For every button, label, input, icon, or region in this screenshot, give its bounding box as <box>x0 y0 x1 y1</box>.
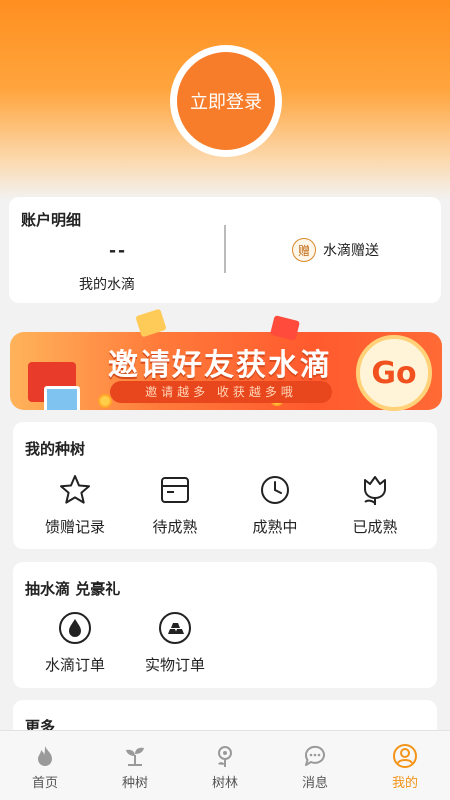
account-title: 账户明细 <box>21 211 82 229</box>
user-icon <box>393 744 417 768</box>
login-avatar-ring: 立即登录 <box>170 45 282 157</box>
star-icon <box>60 475 90 504</box>
water-orders-label: 水滴订单 <box>44 656 105 674</box>
tab-messages-label: 消息 <box>301 776 328 791</box>
water-gift-button[interactable]: 赠 水滴赠送 <box>292 238 379 262</box>
box-icon <box>161 477 189 503</box>
pending-label: 待成熟 <box>152 518 198 536</box>
draw-title: 抽水滴 兑豪礼 <box>25 580 121 598</box>
tab-home[interactable]: 首页 <box>0 731 90 800</box>
divider <box>224 225 226 273</box>
account-card: 账户明细 -- 我的水滴 赠 水滴赠送 <box>9 197 441 303</box>
bottom-tab-bar: 首页 种树 树林 消息 我的 <box>0 730 450 800</box>
tab-forest-label: 树林 <box>211 776 238 791</box>
gift-badge-icon: 赠 <box>292 238 316 262</box>
tab-messages[interactable]: 消息 <box>270 731 360 800</box>
maturing-label: 成熟中 <box>252 518 298 536</box>
login-button[interactable]: 立即登录 <box>177 52 275 150</box>
pending-item[interactable]: 待成熟 <box>125 472 225 537</box>
gift-box-icon <box>44 386 80 410</box>
water-gift-label: 水滴赠送 <box>323 243 379 259</box>
tab-mine[interactable]: 我的 <box>360 731 450 800</box>
gold-bars-icon <box>159 612 191 644</box>
banner-title: 邀请好友获水滴 <box>108 348 332 383</box>
drops-value: -- <box>109 241 128 261</box>
tab-home-label: 首页 <box>31 776 58 791</box>
tab-plant[interactable]: 种树 <box>90 731 180 800</box>
gift-records-label: 馈赠记录 <box>44 518 105 536</box>
tab-mine-label: 我的 <box>391 776 418 791</box>
drops-label: 我的水滴 <box>79 277 135 293</box>
tab-forest[interactable]: 树林 <box>180 731 270 800</box>
goods-orders-label: 实物订单 <box>144 656 205 674</box>
sprout-icon <box>126 747 144 766</box>
flame-icon <box>38 746 52 766</box>
maturing-item[interactable]: 成熟中 <box>225 472 325 537</box>
my-trees-card: 我的种树 馈赠记录 待成熟 成熟中 已成熟 <box>13 422 437 549</box>
gift-records-item[interactable]: 馈赠记录 <box>25 472 125 537</box>
draw-card: 抽水滴 兑豪礼 水滴订单 实物订单 <box>13 562 437 688</box>
invite-banner[interactable]: 邀请好友获水滴 邀请越多 收获越多哦 Go <box>10 308 442 412</box>
water-orders-item[interactable]: 水滴订单 <box>25 610 125 675</box>
tulip-icon <box>364 476 386 505</box>
chat-icon <box>304 745 325 766</box>
matured-item[interactable]: 已成熟 <box>325 472 425 537</box>
my-trees-title: 我的种树 <box>25 440 86 458</box>
goods-orders-item[interactable]: 实物订单 <box>125 610 225 675</box>
matured-label: 已成熟 <box>352 518 398 536</box>
flower-icon <box>218 746 232 767</box>
go-button[interactable]: Go <box>356 335 432 411</box>
water-drop-icon <box>59 612 91 644</box>
banner-subtitle: 邀请越多 收获越多哦 <box>110 381 332 403</box>
tab-plant-label: 种树 <box>121 776 148 791</box>
clock-icon <box>261 476 289 504</box>
